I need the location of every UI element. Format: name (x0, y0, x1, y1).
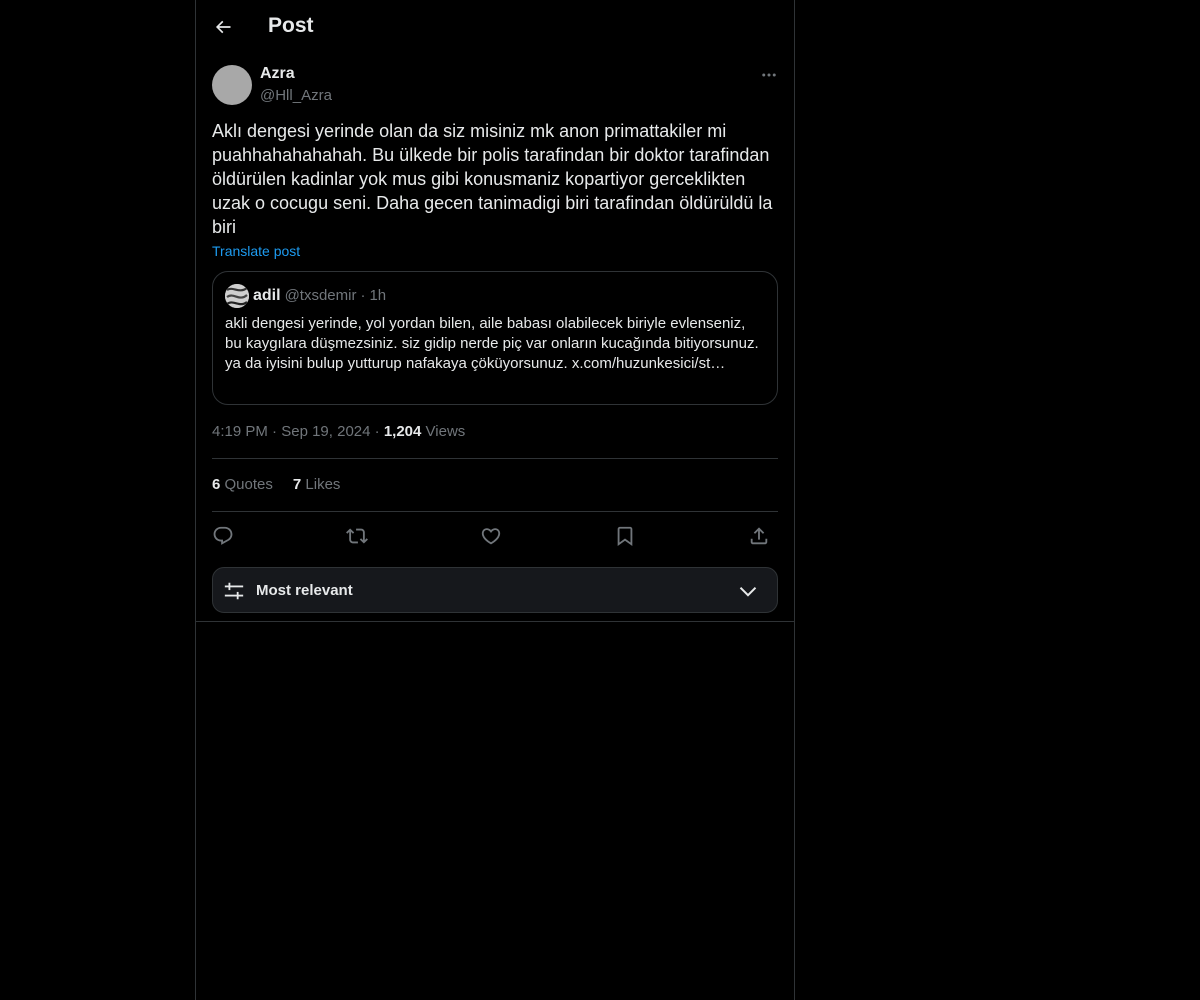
likes-count: 7 (292, 476, 302, 493)
quote-time: 1h (369, 287, 387, 304)
avatar[interactable] (212, 65, 252, 105)
post-meta: 4:19 PM · Sep 19, 2024 · 1,204 Views (212, 423, 465, 440)
sliders-icon (223, 580, 245, 602)
bookmark-button[interactable] (610, 522, 640, 550)
arrow-left-icon (213, 17, 233, 37)
share-button[interactable] (744, 522, 774, 550)
page-header: Post (196, 0, 794, 55)
more-horizontal-icon (760, 66, 778, 84)
page-title: Post (268, 14, 314, 37)
repost-icon (346, 525, 368, 547)
action-bar (212, 522, 778, 550)
post-time[interactable]: 4:19 PM (212, 423, 268, 440)
reply-icon (212, 525, 234, 547)
post-date[interactable]: Sep 19, 2024 (281, 423, 370, 440)
author-handle[interactable]: @Hll_Azra (260, 87, 332, 104)
more-options-button[interactable] (758, 66, 780, 84)
quotes-count: 6 (212, 476, 221, 493)
main-column: Post Azra @Hll_Azra Aklı dengesi yerinde… (195, 0, 795, 1000)
translate-post-link[interactable]: Translate post (212, 243, 300, 259)
like-button[interactable] (476, 522, 506, 550)
meta-separator: · (272, 423, 278, 440)
post-text: Aklı dengesi yerinde olan da siz misiniz… (212, 121, 778, 237)
back-button[interactable] (208, 12, 238, 42)
share-icon (748, 525, 770, 547)
divider (196, 621, 794, 622)
quoted-post[interactable]: adil @txsdemir · 1h akli dengesi yerinde… (212, 271, 778, 405)
reply-button[interactable] (208, 522, 238, 550)
quotes-stat[interactable]: 6 Quotes (212, 476, 273, 493)
quote-author-handle: @txsdemir (284, 287, 357, 304)
quote-text: akli dengesi yerinde, yol yordan bilen, … (225, 315, 759, 372)
quote-author-name: adil (253, 287, 281, 304)
post-stats: 6 Quotes 7 Likes (212, 476, 340, 493)
like-icon (480, 525, 502, 547)
reply-sort-dropdown[interactable]: Most relevant (212, 567, 778, 613)
divider (212, 511, 778, 512)
likes-stat[interactable]: 7 Likes (293, 476, 341, 493)
quote-separator: · (360, 287, 366, 304)
quote-avatar (225, 284, 249, 308)
likes-label: Likes (305, 476, 341, 493)
author-name[interactable]: Azra (260, 65, 295, 83)
quote-header: adil @txsdemir · 1h (253, 287, 386, 305)
views-count: 1,204 (383, 423, 422, 440)
quotes-label: Quotes (224, 476, 273, 493)
views-label: Views (425, 423, 466, 440)
sort-label: Most relevant (256, 582, 353, 599)
meta-separator: · (374, 423, 380, 440)
bookmark-icon (614, 525, 636, 547)
repost-button[interactable] (342, 522, 372, 550)
chevron-down-icon (737, 581, 759, 601)
divider (212, 458, 778, 459)
